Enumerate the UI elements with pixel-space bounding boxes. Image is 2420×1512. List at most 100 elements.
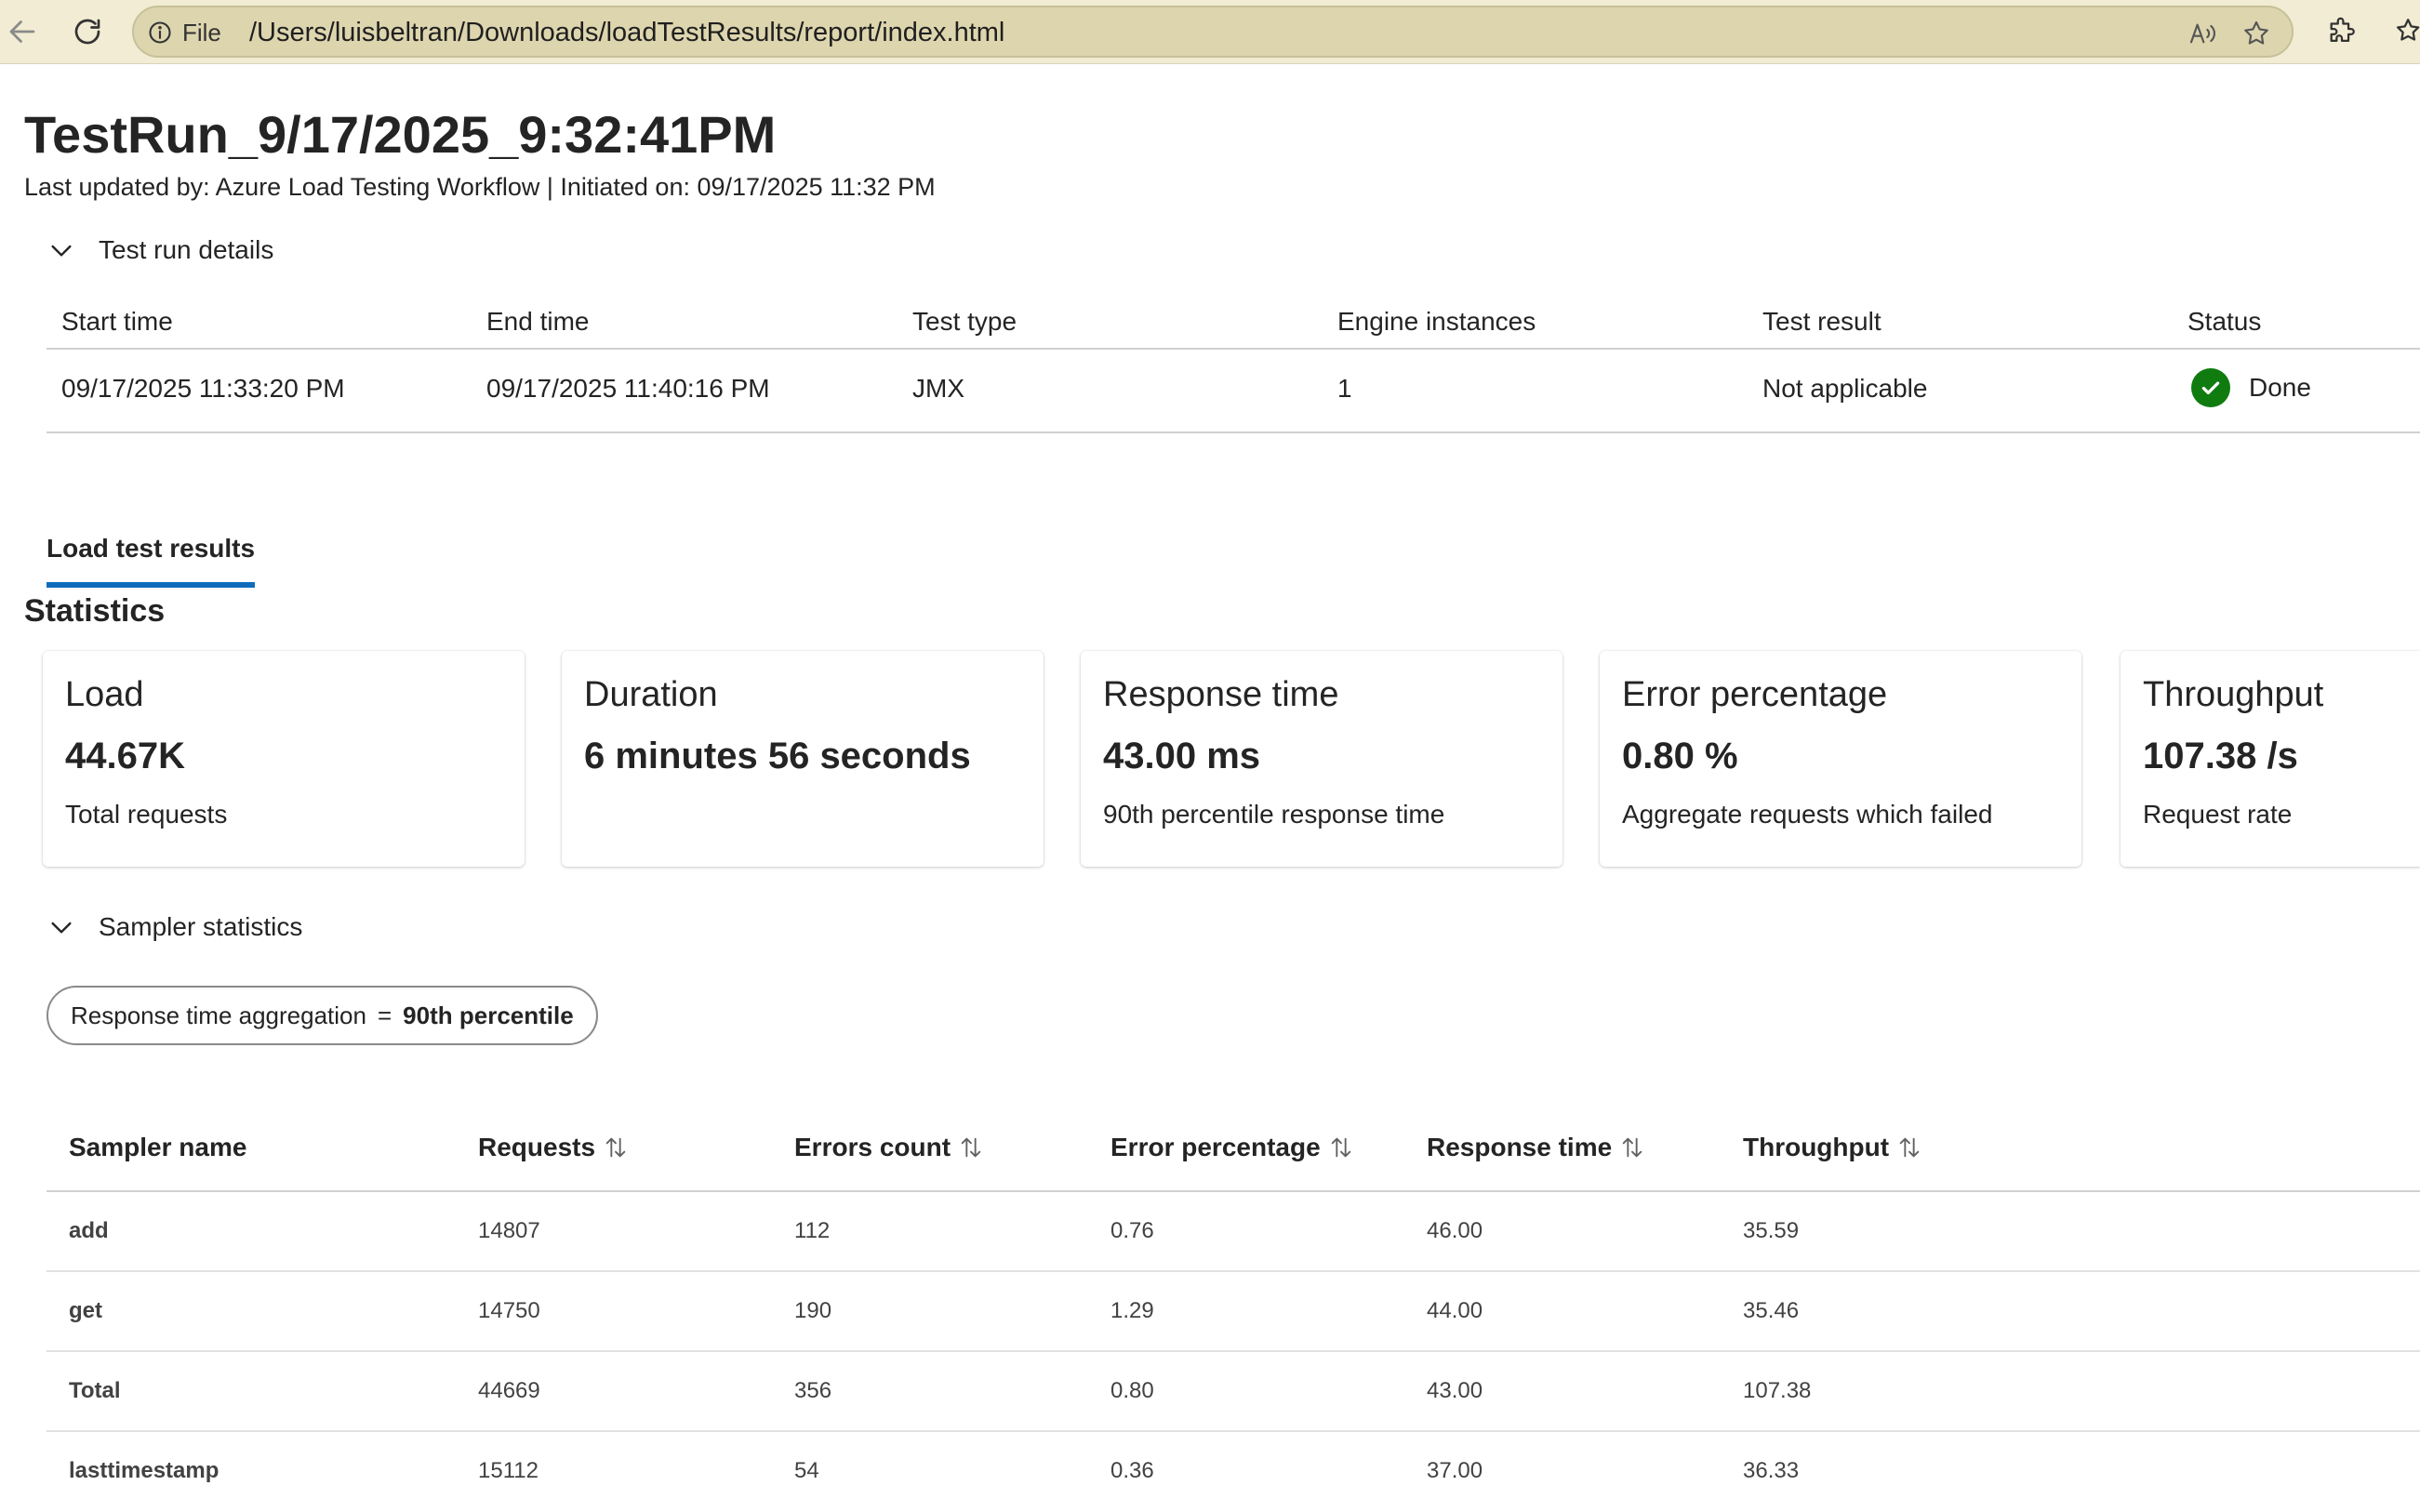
test-run-details-table: Start time End time Test type Engine ins… <box>47 296 2420 433</box>
column-header-requests[interactable]: Requests <box>478 1133 629 1162</box>
puzzle-icon <box>2330 17 2355 43</box>
filter-equals: = <box>377 1001 392 1029</box>
stat-card-response-time: Response time 43.00 ms 90th percentile r… <box>1081 651 1562 867</box>
errors-count-cell: 112 <box>794 1218 831 1243</box>
sort-icon <box>1899 1137 1920 1158</box>
back-button[interactable] <box>2 11 43 52</box>
response-time-cell: 37.00 <box>1427 1458 1483 1483</box>
throughput-cell: 107.38 <box>1743 1378 1812 1403</box>
card-value: 43.00 ms <box>1103 736 1261 776</box>
error-percentage-cell: 0.36 <box>1110 1458 1154 1483</box>
card-description: Total requests <box>65 800 228 829</box>
chevron-down-icon <box>51 922 72 934</box>
read-aloud-button[interactable] <box>2186 17 2219 50</box>
card-value: 107.38 /s <box>2143 736 2298 776</box>
end-time-value: 09/17/2025 11:40:16 PM <box>486 374 770 403</box>
column-header: Test result <box>1762 307 1881 336</box>
section-label: Sampler statistics <box>99 912 303 941</box>
card-value: 44.67K <box>65 736 185 776</box>
errors-count-cell: 54 <box>794 1458 819 1483</box>
refresh-button[interactable] <box>67 11 108 52</box>
sort-icon <box>961 1137 981 1158</box>
table-header: Start time End time Test type Engine ins… <box>47 296 2420 350</box>
card-title: Response time <box>1103 675 1339 714</box>
card-description: Request rate <box>2143 800 2293 829</box>
errors-count-cell: 356 <box>794 1378 832 1403</box>
page-subtitle: Last updated by: Azure Load Testing Work… <box>24 173 936 201</box>
filter-label: Response time aggregation <box>71 1001 366 1029</box>
stat-card-load: Load 44.67K Total requests <box>43 651 525 867</box>
star-icon <box>2244 20 2268 45</box>
read-aloud-icon <box>2189 23 2215 44</box>
page-title: TestRun_9/17/2025_9:32:41PM <box>24 105 777 164</box>
stat-card-duration: Duration 6 minutes 56 seconds <box>562 651 1044 867</box>
stat-card-throughput: Throughput 107.38 /s Request rate <box>2121 651 2420 867</box>
sampler-name-cell: Total <box>69 1378 121 1403</box>
column-header: Status <box>2187 307 2262 336</box>
column-header-response-time[interactable]: Response time <box>1427 1133 1645 1162</box>
table-row: Total 44669 356 0.80 43.00 107.38 <box>47 1352 2420 1432</box>
sampler-statistics-table: Sampler name Requests Errors count Error… <box>47 1116 2420 1510</box>
table-row: lasttimestamp 15112 54 0.36 37.00 36.33 <box>47 1432 2420 1510</box>
column-header-error-percentage[interactable]: Error percentage <box>1110 1133 1354 1162</box>
sampler-statistics-toggle[interactable]: Sampler statistics <box>47 909 302 946</box>
table-row: 09/17/2025 11:33:20 PM 09/17/2025 11:40:… <box>47 350 2420 433</box>
browser-toolbar: File /Users/luisbeltran/Downloads/loadTe… <box>0 0 2420 64</box>
start-time-value: 09/17/2025 11:33:20 PM <box>61 374 345 403</box>
test-type-value: JMX <box>912 374 964 403</box>
response-time-cell: 44.00 <box>1427 1298 1483 1323</box>
info-icon <box>149 21 171 44</box>
favorites-button[interactable] <box>2392 13 2420 50</box>
filter-value: 90th percentile <box>403 1001 574 1029</box>
response-time-cell: 43.00 <box>1427 1378 1483 1403</box>
statistics-heading: Statistics <box>24 593 166 629</box>
favorite-button[interactable] <box>2240 17 2273 50</box>
card-value: 6 minutes 56 seconds <box>584 736 971 776</box>
response-time-aggregation-filter[interactable]: Response time aggregation = 90th percent… <box>47 986 598 1045</box>
sort-icon <box>605 1137 626 1158</box>
arrow-left-icon <box>9 20 35 43</box>
error-percentage-cell: 1.29 <box>1110 1298 1154 1323</box>
column-header: Test type <box>912 307 1017 336</box>
star-list-icon <box>2396 19 2420 41</box>
column-header: End time <box>486 307 590 336</box>
requests-cell: 14807 <box>478 1218 540 1243</box>
throughput-cell: 36.33 <box>1743 1458 1800 1483</box>
card-title: Error percentage <box>1622 675 1888 714</box>
requests-cell: 15112 <box>478 1458 539 1483</box>
requests-cell: 14750 <box>478 1298 540 1323</box>
url-text[interactable]: /Users/luisbeltran/Downloads/loadTestRes… <box>249 18 1004 48</box>
test-result-value: Not applicable <box>1762 374 1928 403</box>
sort-icon <box>1622 1137 1642 1158</box>
column-header-sampler-name: Sampler name <box>69 1133 247 1161</box>
sampler-name-cell: lasttimestamp <box>69 1458 219 1483</box>
status-badge: Done <box>2191 368 2311 407</box>
tab-load-test-results[interactable]: Load test results <box>47 534 256 588</box>
sort-icon <box>1331 1137 1350 1158</box>
table-row: get 14750 190 1.29 44.00 35.46 <box>47 1272 2420 1352</box>
section-label: Test run details <box>99 235 274 264</box>
column-header: Start time <box>61 307 173 336</box>
file-scheme-label: File <box>182 18 221 46</box>
card-title: Load <box>65 675 144 714</box>
column-header-throughput[interactable]: Throughput <box>1743 1133 1922 1162</box>
address-bar[interactable]: File /Users/luisbeltran/Downloads/loadTe… <box>132 6 2294 58</box>
card-title: Duration <box>584 675 718 714</box>
chevron-down-icon <box>51 245 72 257</box>
errors-count-cell: 190 <box>794 1298 832 1323</box>
stat-card-error-percentage: Error percentage 0.80 % Aggregate reques… <box>1600 651 2081 867</box>
table-header: Sampler name Requests Errors count Error… <box>47 1116 2420 1192</box>
column-header: Engine instances <box>1337 307 1536 336</box>
status-text: Done <box>2249 373 2311 402</box>
column-header-errors-count[interactable]: Errors count <box>794 1133 984 1162</box>
extensions-button[interactable] <box>2323 13 2360 50</box>
throughput-cell: 35.46 <box>1743 1298 1800 1323</box>
site-info-button[interactable]: File <box>147 19 221 46</box>
checkmark-circle-icon <box>2191 368 2230 407</box>
engine-instances-value: 1 <box>1337 374 1352 403</box>
test-run-details-toggle[interactable]: Test run details <box>47 232 273 269</box>
response-time-cell: 46.00 <box>1427 1218 1483 1243</box>
card-title: Throughput <box>2143 675 2324 714</box>
card-description: Aggregate requests which failed <box>1622 800 1993 829</box>
sampler-name-cell: get <box>69 1298 102 1323</box>
